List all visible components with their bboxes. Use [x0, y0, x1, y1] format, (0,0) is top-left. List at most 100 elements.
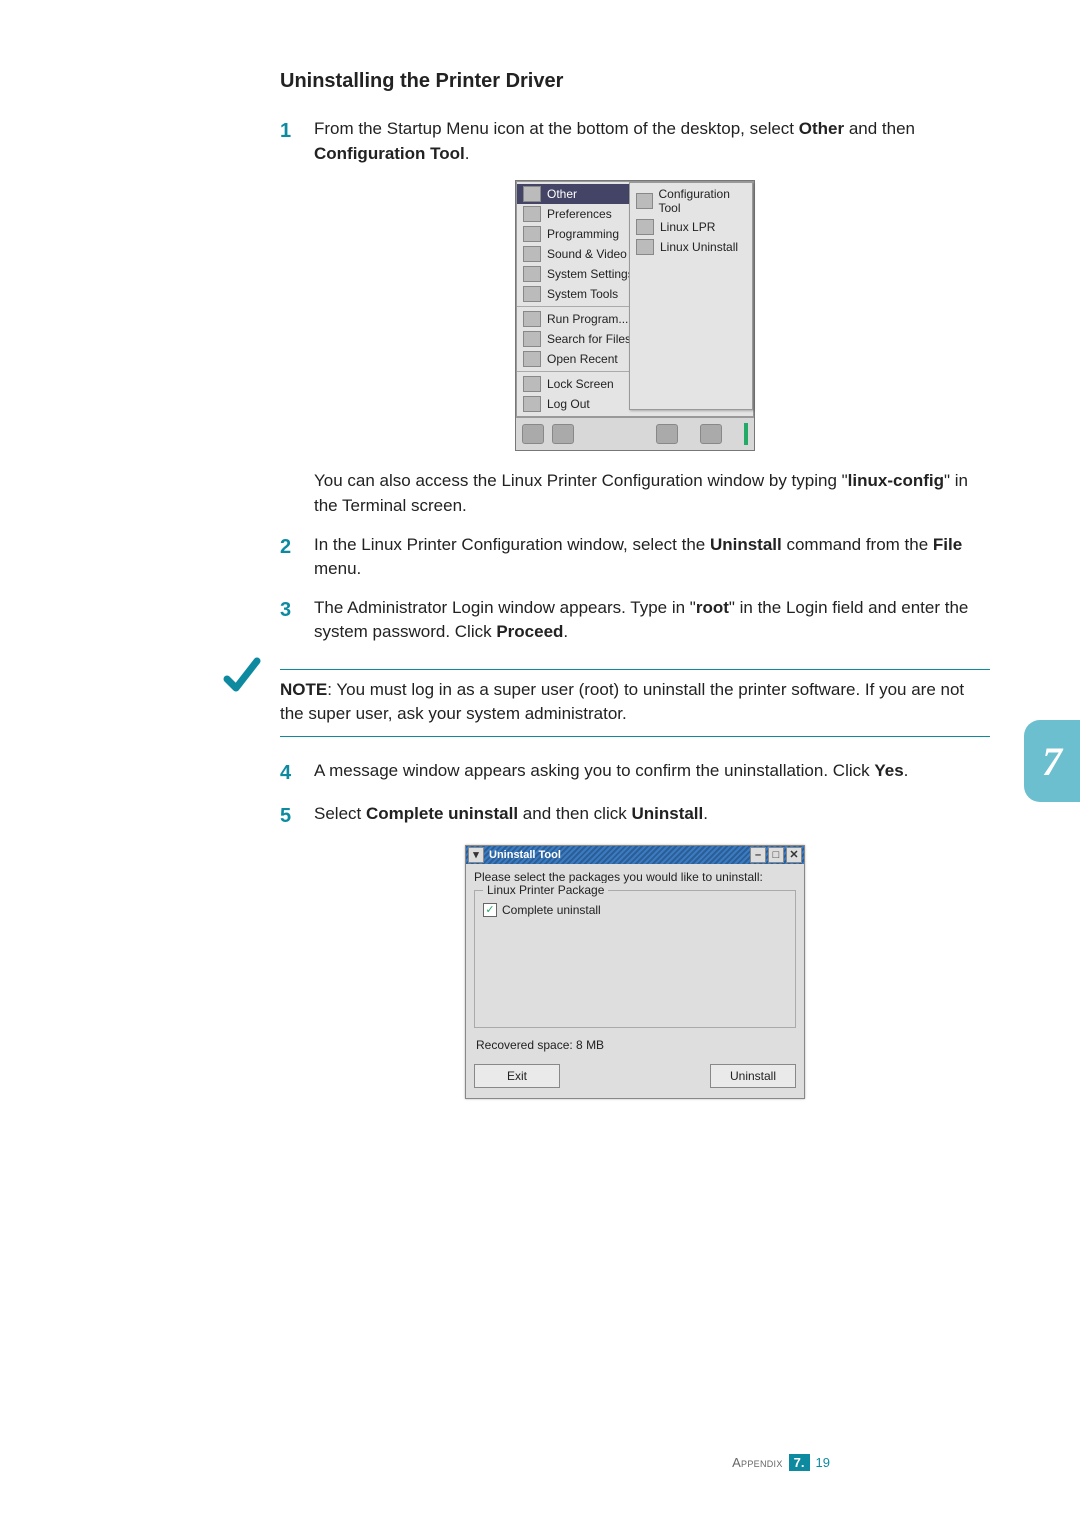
- gear-icon: [523, 226, 541, 242]
- note-block: NOTE: You must log in as a super user (r…: [280, 669, 990, 737]
- t: You can also access the Linux Printer Co…: [314, 471, 848, 490]
- t: command from the: [782, 535, 933, 554]
- step-5-text: Select Complete uninstall and then click…: [314, 802, 990, 831]
- titlebar: ▾ Uninstall Tool – □ ✕: [466, 846, 804, 864]
- search-icon: [523, 331, 541, 347]
- settings-icon: [523, 266, 541, 282]
- step-1-number: 1: [280, 117, 314, 166]
- step-2-text: In the Linux Printer Configuration windo…: [314, 533, 990, 582]
- page-footer: Appendix 7. 19: [732, 1454, 830, 1471]
- t: Other: [799, 119, 844, 138]
- maximize-icon: □: [768, 847, 784, 863]
- folder-icon: [523, 186, 541, 202]
- t: and then click: [518, 804, 631, 823]
- t: Linux Uninstall: [660, 240, 738, 254]
- t: Uninstall: [710, 535, 782, 554]
- t: and then: [844, 119, 915, 138]
- checkmark-icon: [222, 655, 262, 695]
- step-3: 3 The Administrator Login window appears…: [280, 596, 990, 645]
- uninstall-tool-window: ▾ Uninstall Tool – □ ✕ Please select the…: [465, 845, 805, 1099]
- t: .: [801, 1455, 805, 1470]
- t: System Settings: [547, 267, 634, 281]
- t: File: [933, 535, 962, 554]
- window-title: Uninstall Tool: [487, 849, 750, 861]
- app-icon: [636, 193, 653, 209]
- app-icon: [636, 239, 654, 255]
- note-text: : You must log in as a super user (root)…: [280, 680, 964, 723]
- step-3-number: 3: [280, 596, 314, 645]
- instruction-text: Please select the packages you would lik…: [474, 870, 796, 884]
- t: Uninstall: [631, 804, 703, 823]
- submenu: Configuration Tool Linux LPR Linux Unins…: [629, 182, 753, 410]
- t: Sound & Video: [547, 247, 627, 261]
- t: Yes: [874, 761, 903, 780]
- startup-menu-screenshot: Other▸ Preferences Programming Sound & V…: [515, 180, 755, 451]
- step-1-text: From the Startup Menu icon at the bottom…: [314, 117, 990, 166]
- step-2-number: 2: [280, 533, 314, 582]
- complete-uninstall-checkbox: ✓ Complete uninstall: [483, 903, 787, 917]
- t: menu.: [314, 559, 361, 578]
- t: Programming: [547, 227, 619, 241]
- camera-icon: [656, 424, 678, 444]
- note-label: NOTE: [280, 680, 327, 699]
- submenu-linux-uninstall: Linux Uninstall: [630, 237, 752, 257]
- t: Select: [314, 804, 366, 823]
- window-menu-icon: ▾: [468, 847, 484, 863]
- taskbar: [516, 417, 754, 450]
- t: Log Out: [547, 397, 590, 411]
- step-1: 1 From the Startup Menu icon at the bott…: [280, 117, 990, 166]
- run-icon: [523, 311, 541, 327]
- printer-icon: [700, 424, 722, 444]
- t: Proceed: [496, 622, 563, 641]
- minimize-icon: –: [750, 847, 766, 863]
- exit-button: Exit: [474, 1064, 560, 1088]
- globe-icon: [552, 424, 574, 444]
- step-4-number: 4: [280, 759, 314, 788]
- checkbox-icon: ✓: [483, 903, 497, 917]
- folder-icon: [523, 206, 541, 222]
- media-icon: [523, 246, 541, 262]
- checkbox-label: Complete uninstall: [502, 903, 601, 917]
- t: Configuration Tool: [659, 187, 747, 215]
- t: Preferences: [547, 207, 612, 221]
- t: The Administrator Login window appears. …: [314, 598, 696, 617]
- hat-icon: [522, 424, 544, 444]
- footer-chapter: 7.: [789, 1454, 810, 1471]
- step-3-text: The Administrator Login window appears. …: [314, 596, 990, 645]
- chapter-tab: 7: [1024, 720, 1080, 802]
- t: .: [904, 761, 909, 780]
- footer-page: 19: [816, 1455, 830, 1470]
- t: Other: [547, 187, 577, 201]
- t: .: [465, 144, 470, 163]
- t: Configuration Tool: [314, 144, 465, 163]
- t: Linux LPR: [660, 220, 715, 234]
- close-icon: ✕: [786, 847, 802, 863]
- folder-icon: [523, 351, 541, 367]
- logout-icon: [523, 396, 541, 412]
- step-2: 2 In the Linux Printer Configuration win…: [280, 533, 990, 582]
- lock-icon: [523, 376, 541, 392]
- t: Lock Screen: [547, 377, 614, 391]
- t: Complete uninstall: [366, 804, 518, 823]
- step-5: 5 Select Complete uninstall and then cli…: [280, 802, 990, 831]
- t: linux-config: [848, 471, 944, 490]
- t: Open Recent: [547, 352, 618, 366]
- footer-label: Appendix: [732, 1455, 783, 1470]
- t: Search for Files...: [547, 332, 641, 346]
- t: .: [703, 804, 708, 823]
- step-4-text: A message window appears asking you to c…: [314, 759, 990, 788]
- t: From the Startup Menu icon at the bottom…: [314, 119, 799, 138]
- app-icon: [636, 219, 654, 235]
- group-title: Linux Printer Package: [483, 883, 608, 897]
- step-5-number: 5: [280, 802, 314, 831]
- recovered-space: Recovered space: 8 MB: [474, 1034, 796, 1062]
- t: root: [696, 598, 729, 617]
- t: System Tools: [547, 287, 618, 301]
- tray-bar-icon: [744, 423, 748, 445]
- t: .: [563, 622, 568, 641]
- step-4: 4 A message window appears asking you to…: [280, 759, 990, 788]
- uninstall-button: Uninstall: [710, 1064, 796, 1088]
- t: A message window appears asking you to c…: [314, 761, 874, 780]
- t: 7: [794, 1455, 801, 1470]
- submenu-linux-lpr: Linux LPR: [630, 217, 752, 237]
